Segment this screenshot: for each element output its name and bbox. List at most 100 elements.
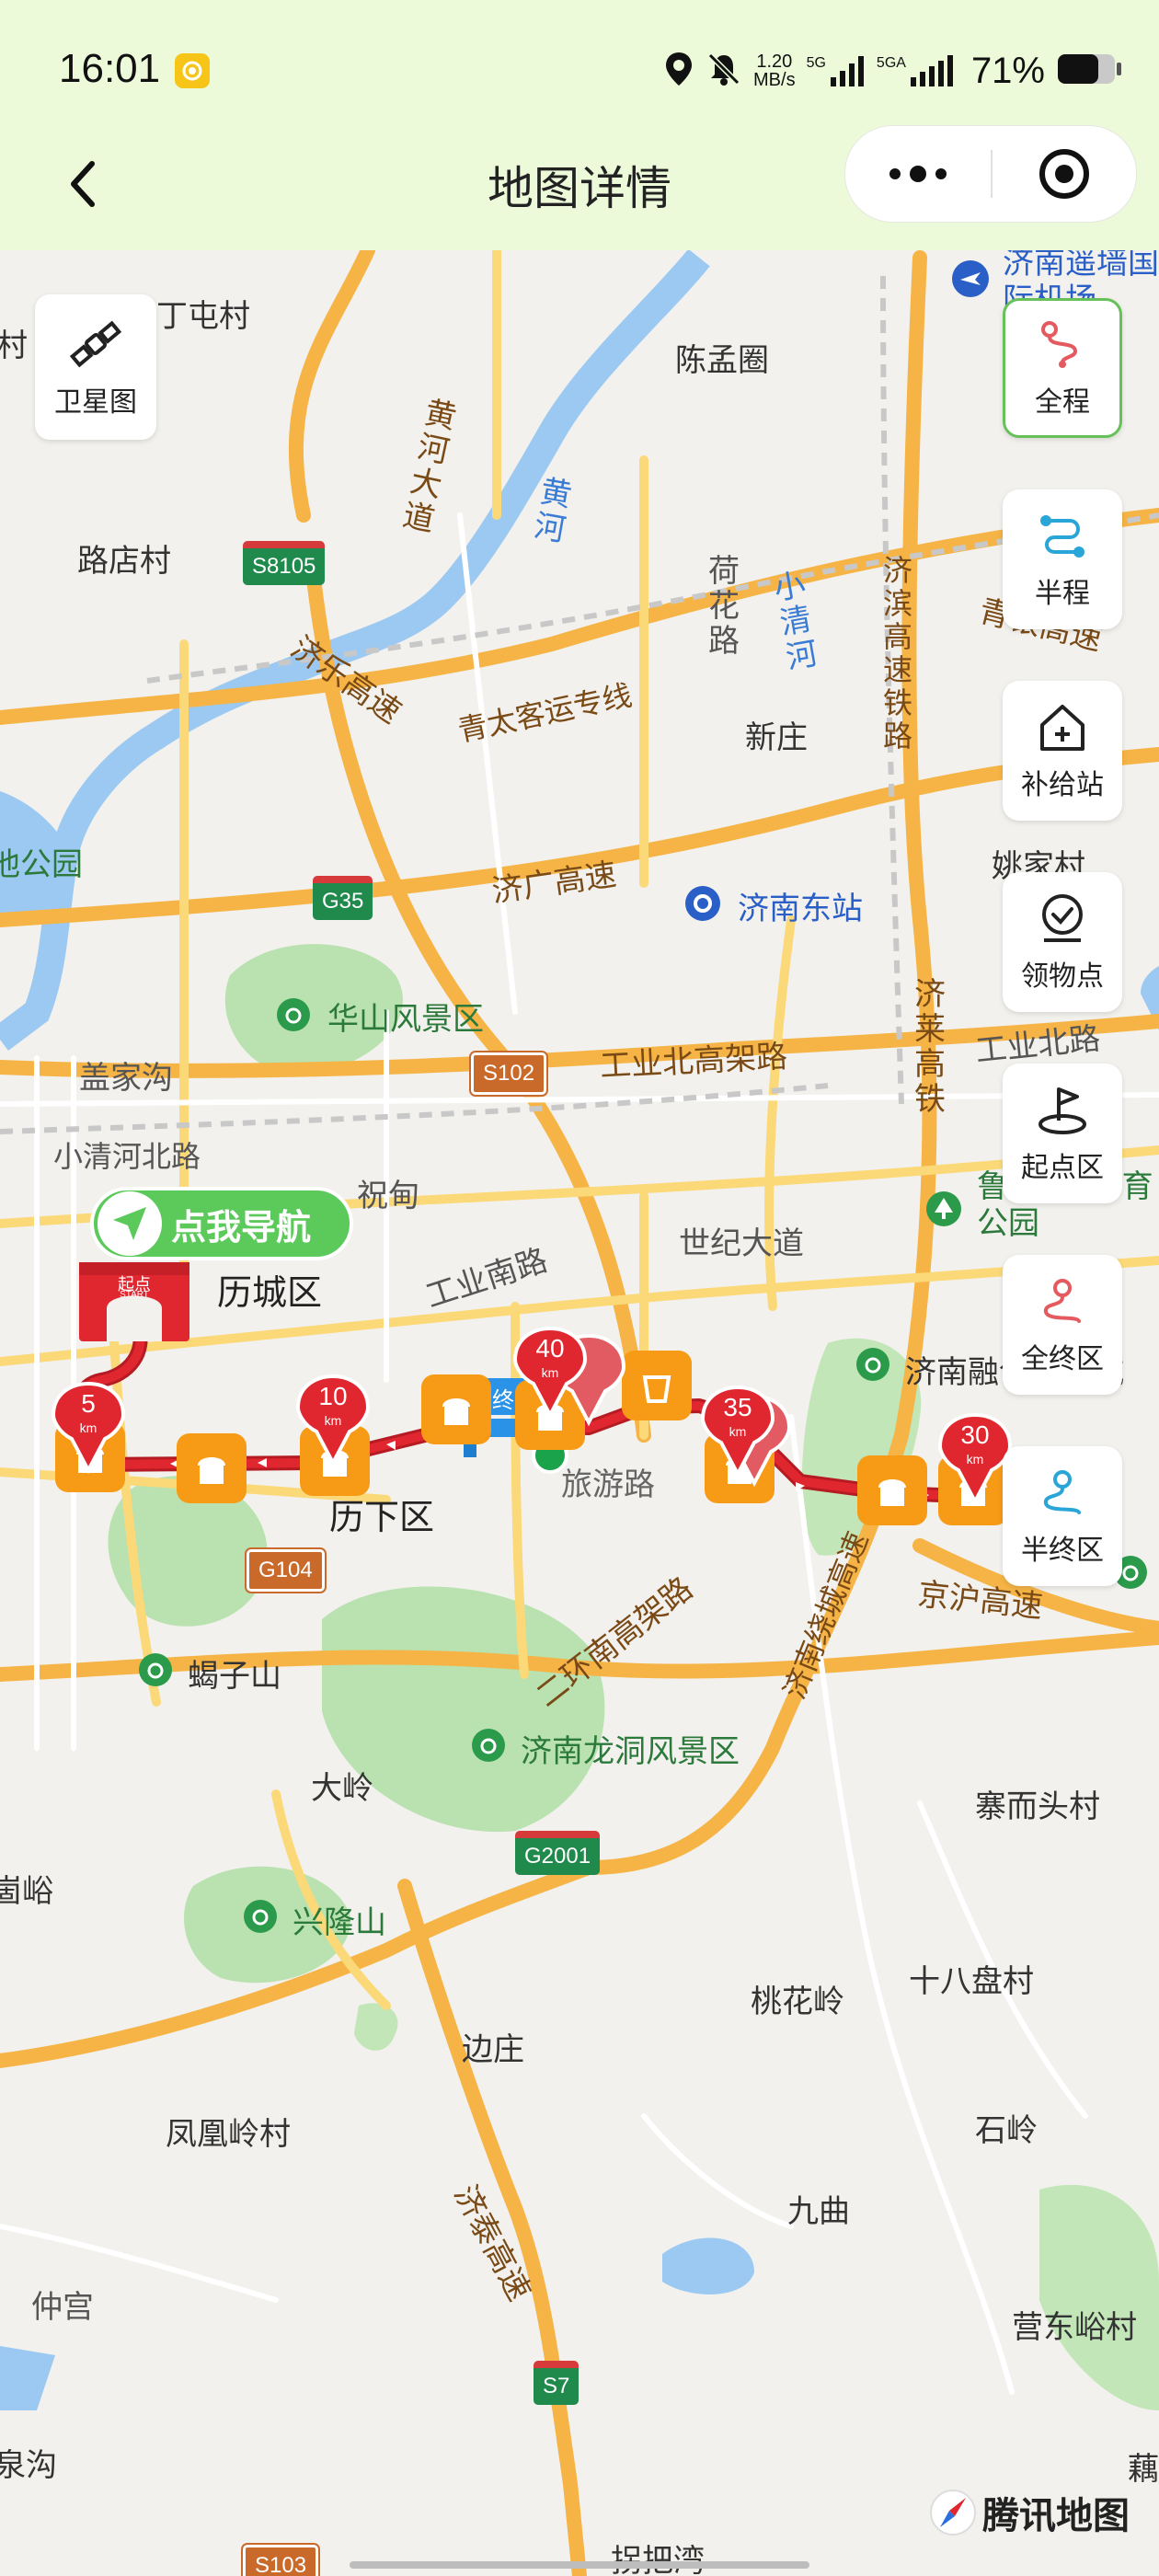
half-route-icon — [1035, 508, 1090, 563]
place-label: 新庄 — [745, 719, 808, 756]
km-marker-value: 40 — [535, 1334, 565, 1363]
place-label: 祝甸 — [357, 1178, 419, 1214]
km-marker[interactable]: 5 km — [51, 1381, 126, 1475]
pickup-point-label: 领物点 — [1021, 960, 1104, 993]
km-marker-value: 35 — [723, 1393, 752, 1421]
place-label: 仲宫 — [31, 2289, 94, 2326]
place-label: 兴隆山 — [293, 1904, 386, 1941]
more-dots-icon — [889, 166, 947, 182]
district-label: 历下区 — [329, 1497, 435, 1537]
battery-percent: 71% — [970, 50, 1045, 91]
start-zone-label: 起点区 — [1021, 1152, 1104, 1184]
place-label: 寨而头村 — [975, 1788, 1100, 1825]
supply-station-marker[interactable] — [622, 1351, 692, 1420]
road-badge: G35 — [313, 876, 373, 920]
supply-station-marker[interactable] — [857, 1455, 927, 1525]
full-route-icon — [1035, 316, 1090, 372]
navigate-button[interactable]: 点我导航 — [90, 1187, 353, 1260]
place-label: 凤凰岭村 — [166, 2116, 291, 2153]
supply-station-marker[interactable] — [177, 1433, 247, 1503]
km-marker-value: 30 — [960, 1420, 990, 1449]
road-badge: S103 — [243, 2545, 319, 2576]
km-marker-value: 5 — [81, 1389, 96, 1418]
scenic-spot-icon — [244, 1900, 277, 1933]
scenic-spot-icon — [472, 1729, 505, 1762]
train-station-icon — [685, 886, 720, 921]
road-badge: S7 — [534, 2361, 580, 2405]
close-target-button[interactable] — [993, 126, 1136, 222]
start-gate-sub: START — [120, 1290, 149, 1300]
bread-icon — [442, 1398, 470, 1425]
place-label: 边庄 — [462, 2031, 524, 2068]
start-zone-button[interactable]: 起点区 — [1003, 1064, 1122, 1203]
km-marker-unit: km — [79, 1420, 98, 1435]
km-marker-unit: km — [966, 1452, 984, 1466]
supply-station-label: 补给站 — [1021, 769, 1104, 801]
airport-icon — [952, 260, 989, 297]
half-route-button[interactable]: 半程 — [1003, 489, 1122, 629]
place-label: 泉沟 — [0, 2447, 57, 2484]
mute-bell-icon — [706, 51, 742, 92]
road-badge: S8105 — [243, 541, 326, 585]
scenic-spot-icon — [139, 1653, 172, 1686]
road-label: 小清河北路 — [53, 1139, 201, 1174]
km-marker-unit: km — [324, 1413, 342, 1428]
map-provider-label: 腾讯地图 — [982, 2495, 1130, 2537]
supply-station-marker[interactable] — [421, 1374, 491, 1444]
place-label: 大岭 — [311, 1770, 373, 1807]
half-finish-button[interactable]: 半终区 — [1003, 1446, 1122, 1586]
full-route-button[interactable]: 全程 — [1003, 298, 1122, 438]
place-label: 藕 — [1128, 2451, 1159, 2488]
road-badge: S102 — [471, 1052, 547, 1095]
signal-1-label: 5G — [806, 55, 826, 71]
km-marker-value: 10 — [318, 1382, 348, 1410]
place-label: 丁屯村 — [156, 298, 250, 335]
place-label: 路店村 — [77, 543, 171, 580]
satellite-icon — [69, 320, 122, 368]
pickup-point-button[interactable]: 领物点 — [1003, 872, 1122, 1012]
place-label: 蝎子山 — [188, 1658, 281, 1695]
bread-icon — [198, 1457, 225, 1484]
road-badge: G104 — [247, 1549, 325, 1592]
road-label: 济莱高铁 — [914, 976, 946, 1118]
place-label: 桃花岭 — [751, 1984, 844, 2020]
map-view[interactable]: 村 丁屯村 陈孟圈 济南遥墙国际机场 路店村 黄河大道 黄河 小清河 荷花路 济… — [0, 250, 1159, 2576]
signal-2-label: 5GA — [876, 55, 906, 71]
status-time: 16:01 — [59, 46, 161, 91]
km-marker[interactable]: 35 km — [700, 1385, 775, 1478]
net-speed-unit: MB/s — [753, 70, 796, 90]
status-bar: 16:01 1.20 MB/s 5G 5GA 71% — [0, 0, 1159, 138]
bread-icon — [878, 1479, 906, 1506]
compass-logo-icon — [930, 2490, 976, 2536]
km-marker[interactable]: 10 km — [295, 1374, 371, 1467]
half-route-label: 半程 — [1035, 578, 1090, 610]
satellite-view-label: 卫星图 — [54, 386, 137, 419]
place-label: 盖家沟 — [79, 1060, 173, 1097]
full-finish-label: 全终区 — [1021, 1343, 1104, 1375]
cup-icon — [642, 1375, 671, 1403]
satellite-view-button[interactable]: 卫星图 — [35, 294, 156, 440]
more-button[interactable] — [845, 126, 991, 222]
park-tree-icon — [926, 1191, 961, 1226]
district-label: 历城区 — [217, 1272, 323, 1313]
battery-icon — [1056, 51, 1122, 92]
full-finish-button[interactable]: 全终区 — [1003, 1255, 1122, 1395]
road-badge: G2001 — [515, 1831, 601, 1875]
scenic-spot-icon — [856, 1348, 889, 1381]
navigate-label: 点我导航 — [171, 1206, 312, 1248]
pickup-point-icon — [1035, 891, 1090, 946]
place-label: 九曲 — [787, 2193, 850, 2230]
km-marker[interactable]: 30 km — [937, 1412, 1013, 1506]
place-label: 陈孟圈 — [675, 342, 769, 379]
place-label: 十八盘村 — [909, 1963, 1034, 2000]
home-indicator[interactable] — [350, 2561, 809, 2569]
supply-station-button[interactable]: 补给站 — [1003, 681, 1122, 821]
place-label: 拐把湾 — [611, 2543, 705, 2576]
app-notification-icon — [175, 53, 210, 88]
km-marker[interactable]: 40 km — [512, 1326, 588, 1420]
signal-bars-icon — [910, 55, 953, 86]
km-marker-unit: km — [541, 1365, 559, 1380]
full-finish-icon — [1035, 1273, 1090, 1328]
navigate-arrow-icon — [98, 1191, 162, 1256]
start-gate-marker[interactable]: 起点 START — [79, 1262, 189, 1345]
